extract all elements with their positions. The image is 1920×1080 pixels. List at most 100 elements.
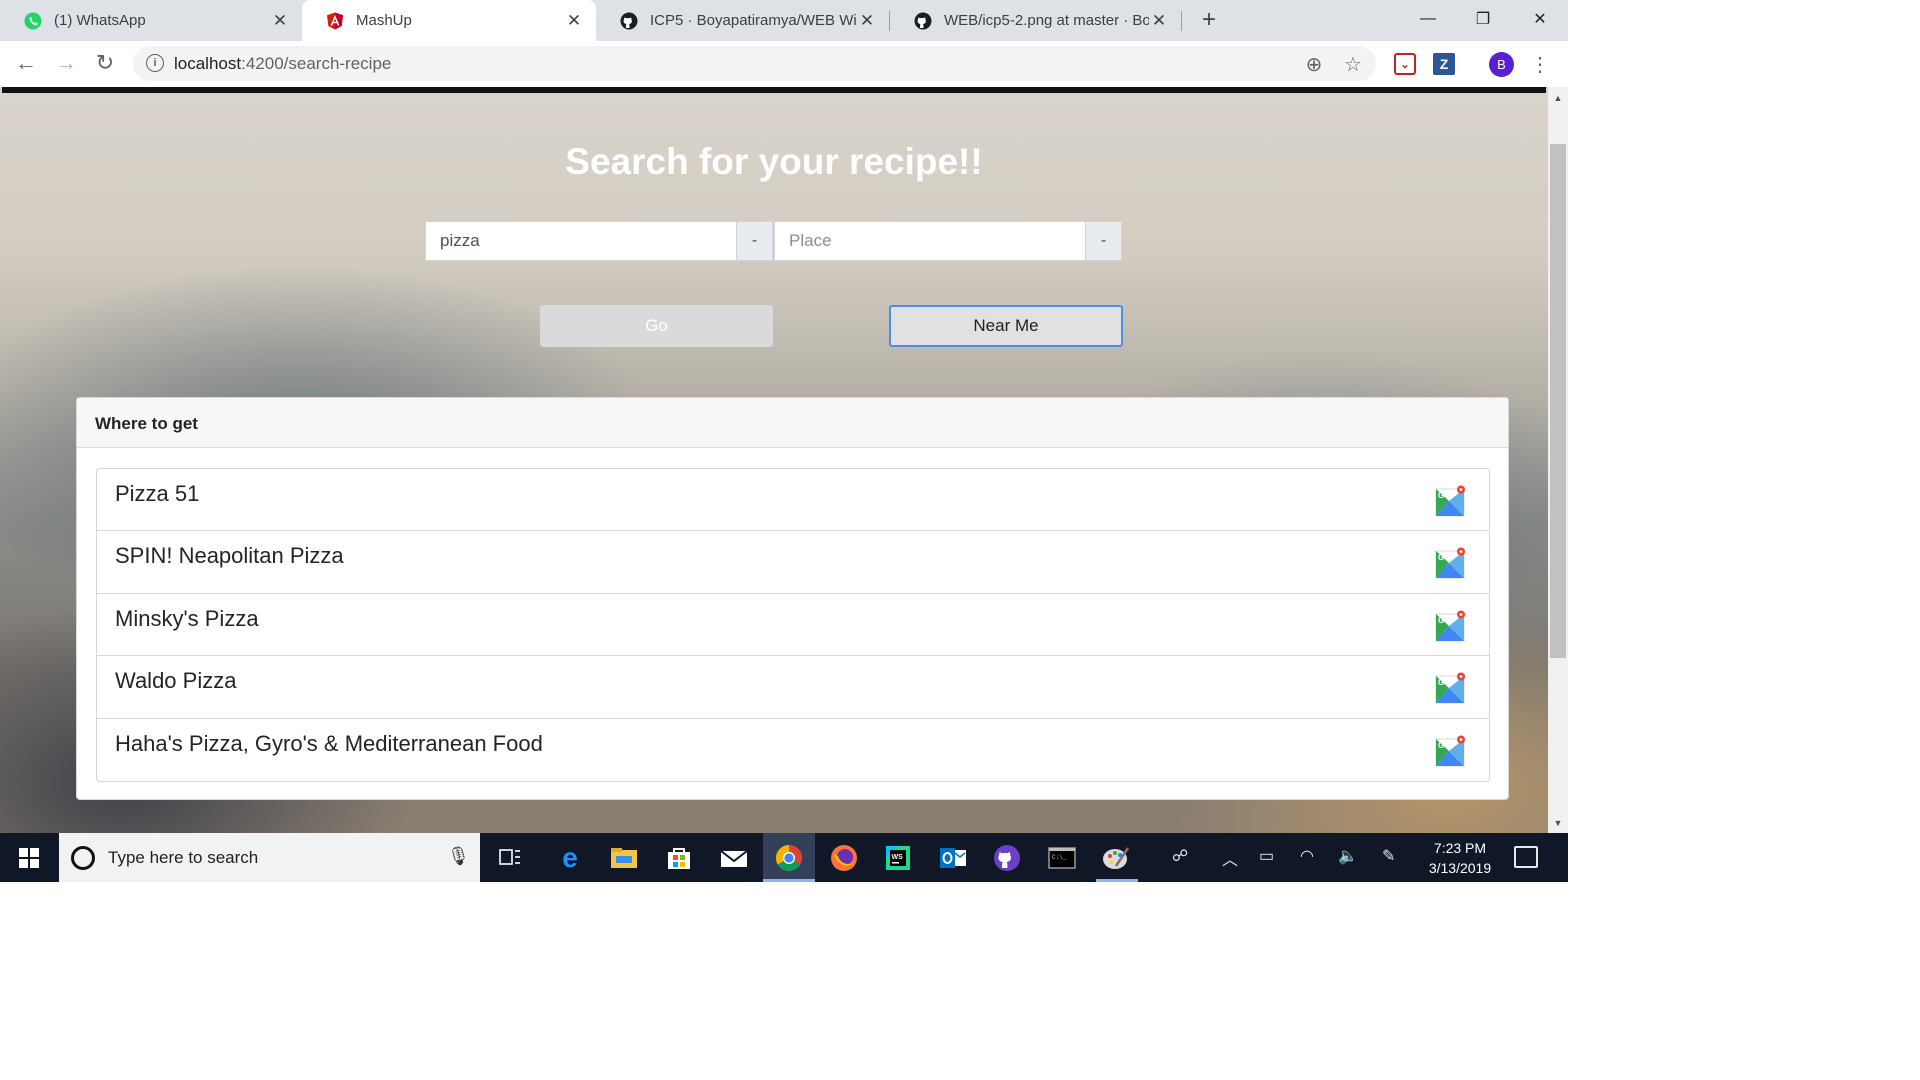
tab-icp5-wiki[interactable]: ICP5 · Boyapatiramya/WEB Wiki ✕ [596,0,889,41]
scroll-down-arrow-icon[interactable]: ▼ [1548,815,1568,831]
cortana-icon [71,846,95,870]
forward-arrow-icon[interactable]: → [53,50,79,76]
location-target-icon[interactable]: ⊕ [1302,52,1326,76]
task-view-icon[interactable] [494,842,526,874]
file-explorer-icon[interactable] [608,842,640,874]
angular-icon [326,12,344,30]
pen-icon[interactable]: ✎ [1382,846,1395,866]
restore-icon[interactable]: ❐ [1463,4,1503,34]
taskbar-search-placeholder: Type here to search [108,848,259,867]
results-header: Where to get [77,398,1508,448]
go-button[interactable]: Go [540,305,773,347]
results-card: Where to get Pizza 51 G SPIN! Neapolitan… [76,397,1509,800]
webstorm-icon[interactable]: WS [882,842,914,874]
close-icon[interactable]: ✕ [270,11,290,31]
back-arrow-icon[interactable]: ← [13,50,39,76]
microphone-icon[interactable]: 🎙 [447,846,470,867]
place-addon-button[interactable]: - [1085,221,1122,261]
svg-text:G: G [1438,553,1444,562]
place-name: Minsky's Pizza [115,605,259,631]
page-title: Search for your recipe!! [565,141,983,182]
pocket-extension-icon[interactable]: ⌄ [1394,53,1416,75]
minimize-icon[interactable]: — [1408,4,1448,34]
tab-whatsapp[interactable]: (1) WhatsApp ✕ [0,0,302,41]
near-me-button[interactable]: Near Me [889,305,1123,347]
browser-toolbar: ← → ↻ i localhost:4200/search-recipe ⊕ ☆… [0,41,1568,87]
notification-center-icon[interactable] [1514,846,1538,868]
page-viewport: Search for your recipe!! pizza - Place -… [0,87,1548,833]
recipe-input[interactable]: pizza [425,221,737,261]
info-icon[interactable]: i [146,54,164,72]
store-icon[interactable] [663,842,695,874]
url-text[interactable]: localhost:4200/search-recipe [174,54,391,74]
list-item[interactable]: Haha's Pizza, Gyro's & Mediterranean Foo… [97,719,1489,781]
tab-icp5-png[interactable]: WEB/icp5-2.png at master · Boya ✕ [890,0,1181,41]
list-item[interactable]: Pizza 51 G [97,469,1489,532]
mail-icon[interactable] [718,842,750,874]
chrome-icon[interactable] [773,842,805,874]
taskbar-search-box[interactable]: Type here to search 🎙 [59,833,480,882]
tab-strip: (1) WhatsApp ✕ MashUp ✕ ICP5 · Boyapatir… [0,0,1568,41]
clock-date: 3/13/2019 [1428,860,1492,876]
wifi-icon[interactable]: ◠ [1300,846,1314,866]
windows-start-icon[interactable] [0,833,58,882]
google-maps-icon[interactable]: G [1435,672,1467,704]
tab-title: MashUp [356,12,412,29]
volume-muted-icon[interactable]: 🔈 [1338,846,1358,866]
google-maps-icon[interactable]: G [1435,610,1467,642]
close-icon[interactable]: ✕ [857,11,877,31]
close-icon[interactable]: ✕ [1149,11,1169,31]
scrollbar-thumb[interactable] [1550,144,1566,658]
clock-time: 7:23 PM [1433,840,1487,856]
place-name: Waldo Pizza [115,668,237,694]
github-icon [620,12,638,30]
outlook-icon[interactable] [937,842,969,874]
tab-mashup[interactable]: MashUp ✕ [302,0,596,41]
google-maps-icon[interactable]: G [1435,485,1467,517]
google-maps-icon[interactable]: G [1435,547,1467,579]
close-icon[interactable]: ✕ [564,11,584,31]
chevron-up-icon[interactable]: ︿ [1222,846,1238,870]
place-name: Haha's Pizza, Gyro's & Mediterranean Foo… [115,730,543,756]
list-item[interactable]: Minsky's Pizza G [97,594,1489,657]
place-name: SPIN! Neapolitan Pizza [115,543,344,569]
paint-open-indicator [1096,879,1138,882]
svg-text:G: G [1438,678,1444,687]
zotero-extension-icon[interactable]: Z [1433,53,1455,75]
firefox-icon[interactable] [828,842,860,874]
whatsapp-icon [24,12,42,30]
svg-text:G: G [1438,616,1444,625]
svg-text:C:\_: C:\_ [1052,854,1067,861]
battery-icon[interactable]: ▭ [1259,846,1274,866]
edge-icon[interactable]: e [554,842,586,874]
svg-text:WS: WS [892,854,904,861]
svg-text:G: G [1438,491,1444,500]
scroll-up-arrow-icon[interactable]: ▲ [1548,90,1568,106]
results-list: Pizza 51 G SPIN! Neapolitan Pizza G Mins… [96,468,1490,782]
url-host: localhost [174,54,242,73]
system-clock[interactable]: 7:23 PM 3/13/2019 [1418,838,1502,878]
tab-title: (1) WhatsApp [54,12,146,29]
address-bar[interactable]: i localhost:4200/search-recipe ⊕ ☆ [133,46,1376,81]
tab-title: ICP5 · Boyapatiramya/WEB Wiki [650,12,857,29]
recipe-addon-button[interactable]: - [736,221,773,261]
menu-kebab-icon[interactable]: ⋮ [1530,52,1550,76]
google-maps-icon[interactable]: G [1435,735,1467,767]
close-window-icon[interactable]: ✕ [1520,4,1560,34]
people-icon[interactable]: ☍ [1172,846,1188,866]
list-item[interactable]: Waldo Pizza G [97,656,1489,719]
github-icon [914,12,932,30]
github-desktop-icon[interactable] [991,842,1023,874]
place-input[interactable]: Place [774,221,1086,261]
page-top-bar [2,87,1546,93]
reload-icon[interactable]: ↻ [92,50,118,76]
star-icon[interactable]: ☆ [1341,52,1365,76]
new-tab-plus-icon[interactable]: + [1197,6,1221,33]
terminal-icon[interactable]: C:\_ [1046,842,1078,874]
tab-title: WEB/icp5-2.png at master · Boya [944,12,1149,29]
profile-avatar[interactable]: B [1489,52,1514,77]
svg-text:G: G [1438,741,1444,750]
list-item[interactable]: SPIN! Neapolitan Pizza G [97,531,1489,594]
paint-icon[interactable] [1100,842,1132,874]
place-name: Pizza 51 [115,481,200,506]
